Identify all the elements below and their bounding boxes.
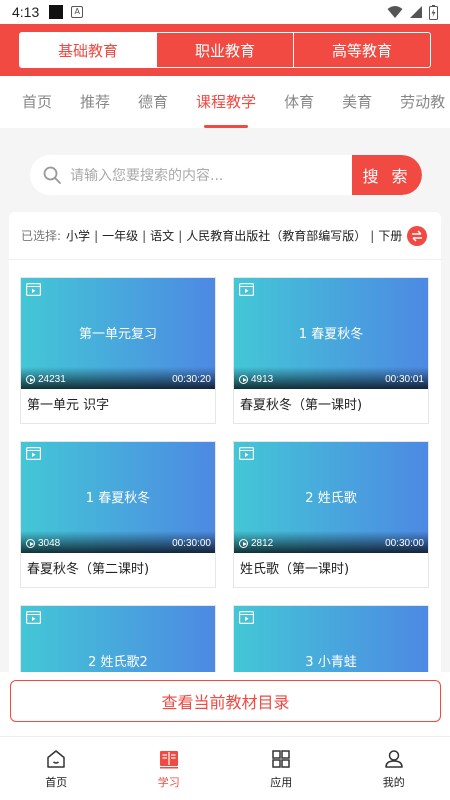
- video-thumbnail[interactable]: 1 春夏秋冬 3048 00:30:00: [21, 442, 215, 553]
- filter-tag-volume[interactable]: 下册: [378, 227, 402, 244]
- video-badge-icon: [239, 447, 254, 460]
- user-icon: [385, 749, 403, 768]
- view-count: 24231: [26, 374, 66, 385]
- view-count: 3048: [26, 538, 60, 549]
- bottom-tab-study[interactable]: 学习: [113, 737, 226, 800]
- segment-basic-education[interactable]: 基础教育: [20, 33, 157, 67]
- filter-tag-stage[interactable]: 小学: [66, 227, 90, 244]
- thumbnail-title: 2 姓氏歌: [305, 491, 357, 506]
- bottom-tab-apps[interactable]: 应用: [225, 737, 338, 800]
- tab-sports[interactable]: 体育: [270, 76, 328, 128]
- video-thumbnail[interactable]: 第一单元复习 24231 00:30:20: [21, 278, 215, 389]
- view-count: 2812: [239, 538, 273, 549]
- bottom-tab-label: 应用: [270, 775, 293, 789]
- video-duration: 00:30:01: [385, 374, 424, 385]
- search-input[interactable]: 请输入您要搜索的内容...: [70, 165, 352, 185]
- video-thumbnail[interactable]: 2 姓氏歌 2812 00:30:00: [234, 442, 428, 553]
- tab-arts[interactable]: 美育: [328, 76, 386, 128]
- play-count-icon: [26, 539, 35, 548]
- video-duration: 00:30:00: [385, 538, 424, 549]
- bottom-tab-mine[interactable]: 我的: [338, 737, 450, 800]
- thumbnail-title: 1 春夏秋冬: [85, 491, 151, 506]
- home-icon: [47, 749, 65, 768]
- thumbnail-title: 3 小青蛙: [305, 655, 357, 670]
- book-icon: [159, 750, 178, 768]
- view-count-value: 2812: [251, 538, 274, 549]
- status-bar: 4:13 A: [0, 0, 450, 24]
- top-segment-bar: 基础教育 职业教育 高等教育: [0, 24, 450, 76]
- view-catalog-button[interactable]: 查看当前教材目录: [10, 680, 441, 722]
- video-thumbnail[interactable]: 2 姓氏歌2: [21, 606, 215, 672]
- video-caption[interactable]: 姓氏歌（第一课时): [234, 553, 428, 587]
- video-card[interactable]: 第一单元复习 24231 00:30:20 第一单元 识字: [20, 277, 216, 424]
- tab-labor[interactable]: 劳动教: [386, 76, 450, 128]
- segment-higher-education[interactable]: 高等教育: [294, 33, 430, 67]
- grid-apps-icon: [272, 749, 290, 768]
- bottom-tab-bar: 首页 学习 应用 我的: [0, 736, 450, 800]
- thumbnail-title: 2 姓氏歌2: [88, 655, 148, 670]
- filter-separator: |: [94, 228, 99, 243]
- filter-label: 已选择:: [21, 229, 62, 243]
- search-button[interactable]: 搜 索: [352, 155, 422, 195]
- status-time: 4:13: [12, 4, 40, 20]
- category-tabs: 首页 推荐 德育 课程教学 体育 美育 劳动教: [0, 76, 450, 128]
- bottom-tab-label: 学习: [157, 775, 180, 789]
- view-count-value: 4913: [251, 374, 274, 385]
- battery-icon: [429, 4, 438, 20]
- filter-bar: 已选择: 小学 | 一年级 | 语文 | 人民教育出版社（教育部编写版） | 下…: [9, 212, 441, 260]
- filter-tag-publisher[interactable]: 人民教育出版社（教育部编写版）: [186, 227, 366, 244]
- view-count-value: 24231: [38, 374, 66, 385]
- video-card[interactable]: 1 春夏秋冬 3048 00:30:00 春夏秋冬（第二课时): [20, 441, 216, 588]
- video-badge-icon: [26, 283, 41, 296]
- content-panel: 已选择: 小学 | 一年级 | 语文 | 人民教育出版社（教育部编写版） | 下…: [9, 212, 441, 672]
- video-thumbnail[interactable]: 3 小青蛙: [234, 606, 428, 672]
- play-count-icon: [239, 539, 248, 548]
- filter-separator: |: [370, 228, 375, 243]
- bottom-tab-label: 首页: [45, 775, 68, 789]
- video-card[interactable]: 2 姓氏歌 2812 00:30:00 姓氏歌（第一课时): [233, 441, 429, 588]
- view-count-value: 3048: [38, 538, 61, 549]
- thumbnail-title: 1 春夏秋冬: [298, 327, 364, 342]
- video-caption[interactable]: 春夏秋冬（第二课时): [21, 553, 215, 587]
- video-caption[interactable]: 第一单元 识字: [21, 389, 215, 423]
- video-card[interactable]: 1 春夏秋冬 4913 00:30:01 春夏秋冬（第一课时): [233, 277, 429, 424]
- video-thumbnail[interactable]: 1 春夏秋冬 4913 00:30:01: [234, 278, 428, 389]
- swap-filter-icon[interactable]: [407, 225, 428, 246]
- search-bar[interactable]: 请输入您要搜索的内容... 搜 索: [30, 155, 422, 195]
- education-level-segments: 基础教育 职业教育 高等教育: [19, 32, 431, 68]
- video-duration: 00:30:00: [172, 538, 211, 549]
- search-icon: [43, 166, 61, 184]
- video-badge-icon: [239, 611, 254, 624]
- tab-home[interactable]: 首页: [0, 76, 66, 128]
- tab-recommend[interactable]: 推荐: [66, 76, 124, 128]
- bottom-tab-label: 我的: [382, 775, 405, 789]
- tab-moral[interactable]: 德育: [124, 76, 182, 128]
- wifi-icon: [387, 6, 403, 18]
- filter-tag-grade[interactable]: 一年级: [102, 227, 138, 244]
- segment-vocational-education[interactable]: 职业教育: [157, 33, 294, 67]
- notification-a-icon: A: [71, 6, 84, 18]
- video-card[interactable]: 3 小青蛙: [233, 605, 429, 672]
- thumbnail-title: 第一单元复习: [78, 327, 157, 342]
- video-badge-icon: [239, 283, 254, 296]
- notification-square-icon: [49, 5, 64, 19]
- view-count: 4913: [239, 374, 273, 385]
- signal-icon: [410, 6, 422, 18]
- play-count-icon: [239, 375, 248, 384]
- video-duration: 00:30:20: [172, 374, 211, 385]
- bottom-tab-home[interactable]: 首页: [0, 737, 113, 800]
- filter-tag-subject[interactable]: 语文: [150, 227, 174, 244]
- catalog-section: 查看当前教材目录: [0, 672, 450, 736]
- video-badge-icon: [26, 447, 41, 460]
- filter-separator: |: [178, 228, 183, 243]
- search-section: 请输入您要搜索的内容... 搜 索: [0, 128, 450, 212]
- video-caption[interactable]: 春夏秋冬（第一课时): [234, 389, 428, 423]
- video-card[interactable]: 2 姓氏歌2: [20, 605, 216, 672]
- video-badge-icon: [26, 611, 41, 624]
- tab-course-teaching[interactable]: 课程教学: [182, 76, 270, 128]
- filter-separator: |: [142, 228, 147, 243]
- play-count-icon: [26, 375, 35, 384]
